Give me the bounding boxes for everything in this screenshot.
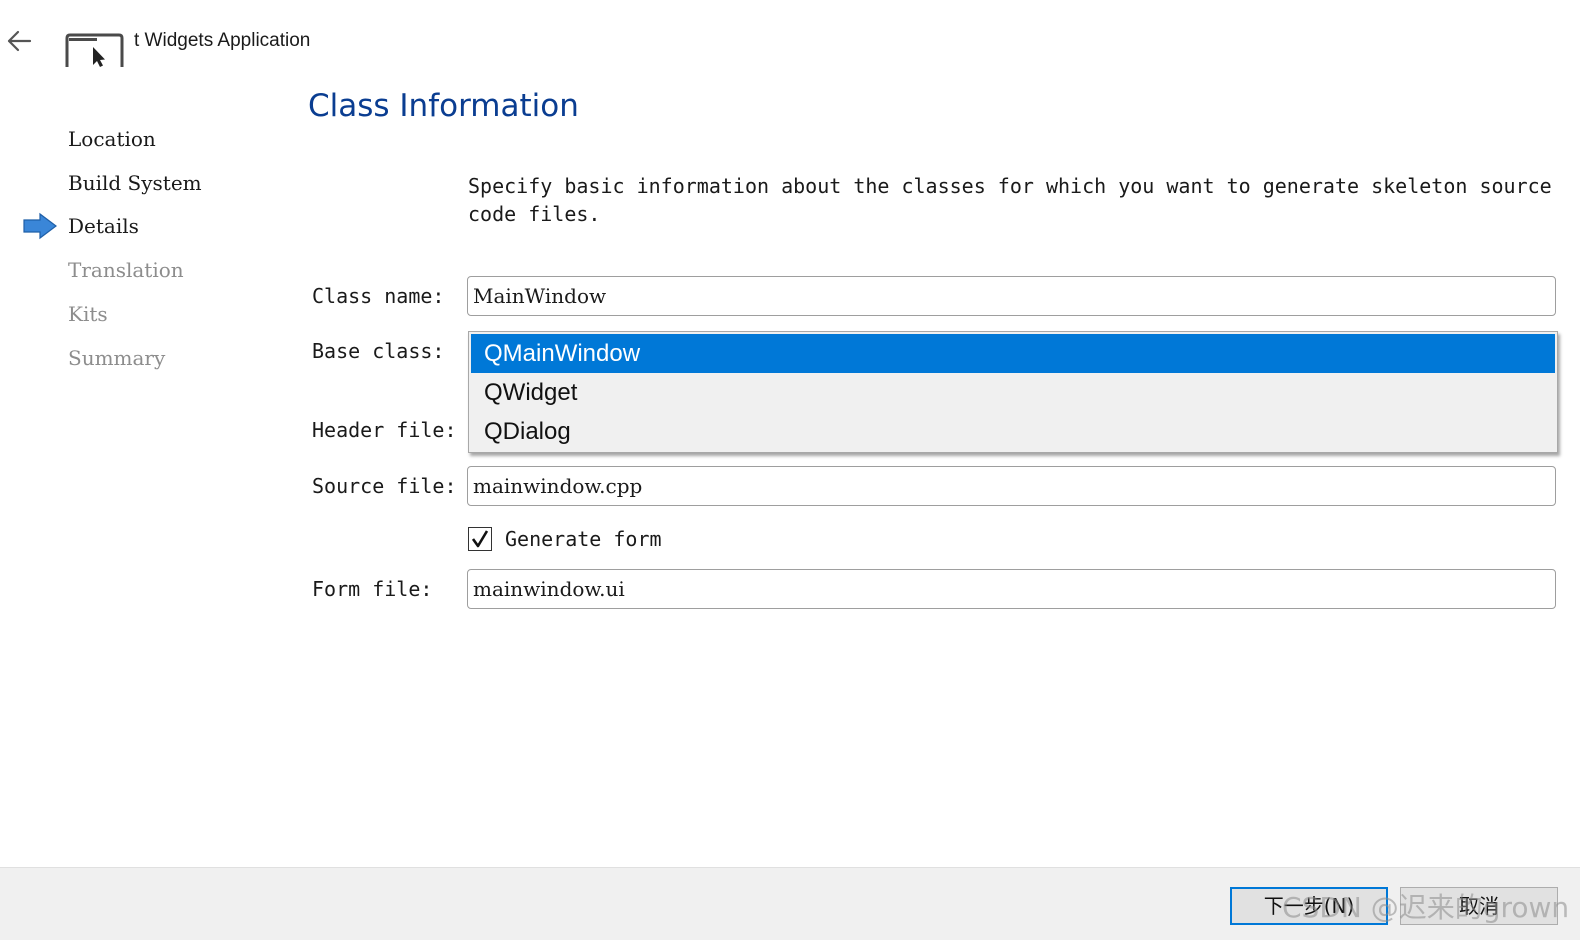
base-class-option[interactable]: QMainWindow <box>471 334 1555 373</box>
generate-form-checkbox[interactable] <box>468 527 492 551</box>
source-file-label: Source file: <box>312 474 457 498</box>
cancel-button[interactable]: 取消 <box>1400 887 1558 925</box>
wizard-header: t Widgets Application <box>0 0 1580 80</box>
source-file-input[interactable] <box>468 467 1555 505</box>
step-kits: Kits <box>68 302 108 326</box>
step-build-system: Build System <box>68 171 202 195</box>
step-location: Location <box>68 127 156 151</box>
form-file-field[interactable] <box>467 569 1556 609</box>
header-file-label: Header file: <box>312 418 457 442</box>
page-description: Specify basic information about the clas… <box>468 174 1552 226</box>
class-name-input[interactable] <box>468 277 1555 315</box>
wizard-footer: 下一步(N) 取消 CSDN @迟来的grown <box>0 867 1580 940</box>
current-step-arrow-icon <box>23 212 57 240</box>
base-class-option[interactable]: QWidget <box>471 373 1555 412</box>
form-file-label: Form file: <box>312 577 433 601</box>
back-button[interactable] <box>4 26 34 56</box>
base-class-label: Base class: <box>312 339 445 363</box>
form-file-input[interactable] <box>468 570 1555 608</box>
base-class-option[interactable]: QDialog <box>471 412 1555 451</box>
source-file-field[interactable] <box>467 466 1556 506</box>
base-class-dropdown-list[interactable]: QMainWindow QWidget QDialog <box>468 331 1558 453</box>
step-summary: Summary <box>68 346 166 370</box>
generate-form-label: Generate form <box>505 527 662 551</box>
page-title: Class Information <box>308 88 579 124</box>
class-name-field[interactable] <box>467 276 1556 316</box>
step-details: Details <box>68 214 139 238</box>
window-title: t Widgets Application <box>134 30 311 51</box>
next-button[interactable]: 下一步(N) <box>1230 887 1388 925</box>
back-arrow-icon <box>7 30 32 52</box>
checkmark-icon <box>471 530 489 548</box>
step-translation: Translation <box>68 258 184 282</box>
window-app-icon <box>65 33 124 67</box>
class-name-label: Class name: <box>312 284 445 308</box>
